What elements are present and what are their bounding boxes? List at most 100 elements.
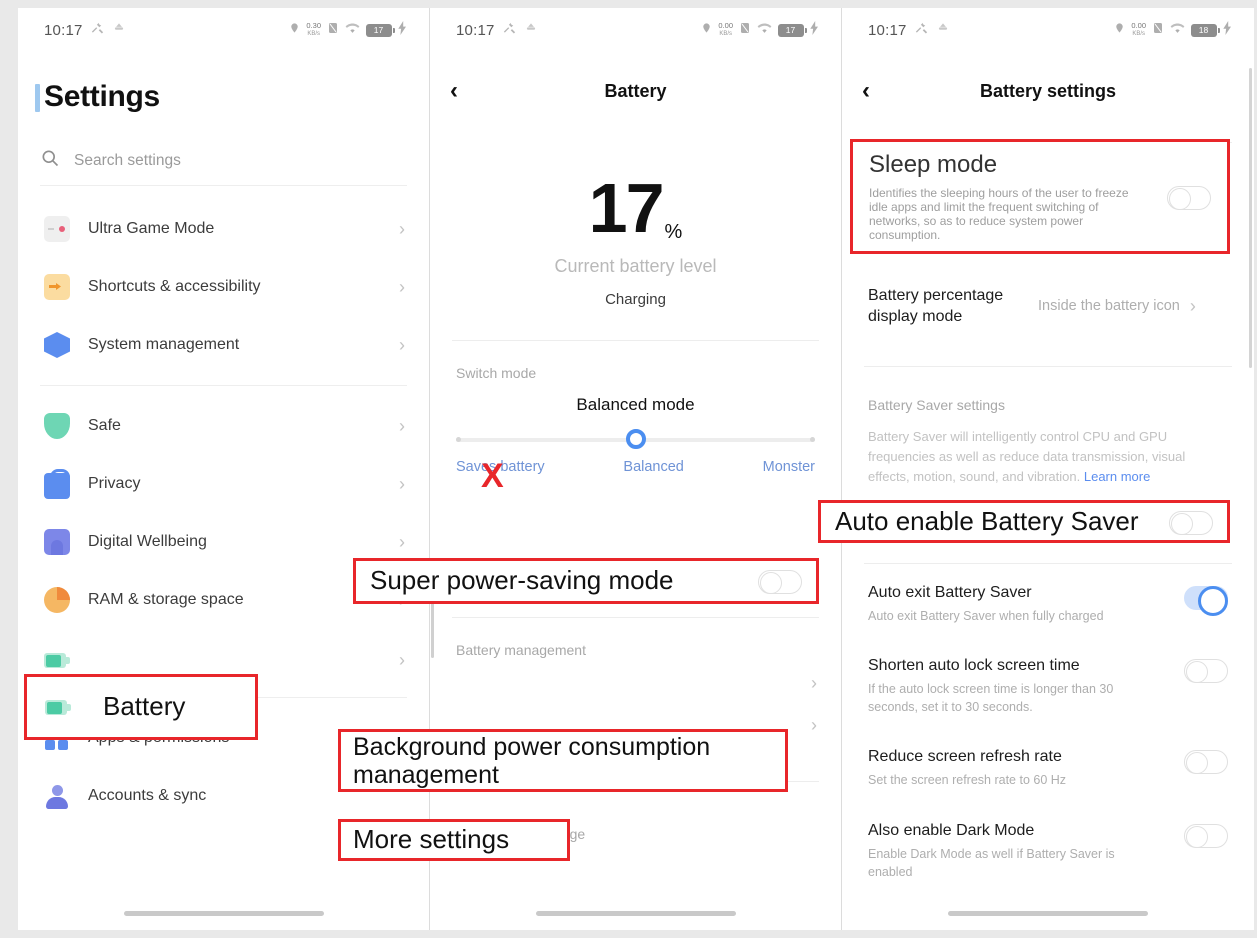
auto-enable-toggle[interactable] bbox=[1169, 510, 1213, 535]
row-label: Reduce screen refresh rate bbox=[868, 748, 1062, 766]
sidebar-item-safe[interactable]: Safe › bbox=[18, 397, 429, 455]
annotation-label: Sleep mode bbox=[869, 151, 998, 178]
status-bar-right: 0.30 KB/s 17 bbox=[289, 21, 407, 39]
battery-level-number: 17 bbox=[588, 169, 665, 247]
learn-more-link[interactable]: Learn more bbox=[1084, 469, 1150, 484]
tools-icon bbox=[502, 21, 517, 40]
home-indicator bbox=[123, 911, 324, 916]
home-indicator bbox=[535, 911, 736, 916]
sidebar-item-system-management[interactable]: System management › bbox=[18, 316, 429, 374]
battery-percentage-display-row[interactable]: Battery percentage display mode Inside t… bbox=[842, 255, 1254, 346]
sleep-mode-desc: Identifies the sleeping hours of the use… bbox=[869, 185, 1129, 242]
no-sim-icon bbox=[1152, 21, 1164, 39]
auto-exit-toggle[interactable] bbox=[1184, 586, 1228, 617]
sidebar-item-label: System management bbox=[88, 336, 240, 353]
annotation-background-power: Background power consumption management bbox=[338, 729, 788, 792]
status-battery-level: 18 bbox=[1191, 23, 1220, 37]
chevron-right-icon: › bbox=[811, 714, 817, 735]
chevron-right-icon: › bbox=[399, 650, 405, 670]
network-speed: 0.00 KB/s bbox=[1131, 21, 1146, 38]
sidebar-item-label: Safe bbox=[88, 417, 121, 434]
location-pin-icon bbox=[701, 21, 712, 39]
also-enable-dark-mode-row[interactable]: Also enable Dark Mode Enable Dark Mode a… bbox=[842, 790, 1254, 881]
row-desc: If the auto lock screen time is longer t… bbox=[868, 682, 1114, 715]
mode-label-monster[interactable]: Monster bbox=[763, 459, 815, 475]
cloud-icon bbox=[936, 21, 950, 39]
annotation-super-power-saving: Super power-saving mode bbox=[353, 558, 819, 604]
no-sim-icon bbox=[739, 21, 751, 39]
scrollbar-thumb[interactable] bbox=[1249, 68, 1252, 368]
status-bar: 10:17 0.00 KB/s bbox=[842, 8, 1254, 52]
pie-icon bbox=[44, 587, 70, 613]
sidebar-item-shortcuts-accessibility[interactable]: Shortcuts & accessibility › bbox=[18, 258, 429, 316]
back-icon[interactable]: ‹ bbox=[450, 77, 490, 105]
status-bar: 10:17 0.30 KB/s 17 bbox=[18, 8, 429, 52]
charging-bolt-icon bbox=[810, 21, 819, 39]
slider-tick-right bbox=[810, 437, 815, 442]
row-label: Shorten auto lock screen time bbox=[868, 657, 1080, 675]
sidebar-item-label: Privacy bbox=[88, 475, 141, 492]
annotation-sleep-mode: Sleep mode Identifies the sleeping hours… bbox=[850, 139, 1230, 254]
nav-title: Battery bbox=[604, 80, 667, 101]
chevron-right-icon: › bbox=[399, 277, 405, 297]
search-input[interactable]: Search settings bbox=[74, 152, 181, 170]
background-power-consumption-row[interactable]: Background power consumption management … bbox=[430, 658, 841, 712]
game-controller-icon bbox=[44, 216, 70, 242]
charging-bolt-icon bbox=[398, 21, 407, 39]
sidebar-item-ultra-game-mode[interactable]: Ultra Game Mode › bbox=[18, 200, 429, 258]
sidebar-item-label: RAM & storage space bbox=[88, 591, 244, 608]
chevron-right-icon: › bbox=[399, 335, 405, 355]
mode-slider[interactable] bbox=[456, 429, 815, 449]
super-power-saving-toggle[interactable] bbox=[758, 570, 802, 594]
annotation-label: Background power consumption management bbox=[353, 732, 711, 789]
cloud-icon bbox=[112, 21, 126, 39]
battery-level-unit: % bbox=[664, 221, 683, 243]
sleep-mode-toggle[interactable] bbox=[1167, 186, 1211, 210]
person-icon bbox=[44, 783, 70, 809]
slider-knob[interactable] bbox=[625, 429, 646, 449]
switch-mode-header: Switch mode bbox=[456, 365, 537, 381]
status-time: 10:17 bbox=[456, 21, 495, 39]
auto-exit-battery-saver-row[interactable]: Auto exit Battery Saver Auto exit Batter… bbox=[842, 564, 1254, 625]
status-bar-left: 10:17 bbox=[868, 21, 950, 40]
network-speed: 0.00 KB/s bbox=[718, 21, 733, 38]
battery-nav-bar: ‹ Battery bbox=[430, 62, 841, 120]
x-mark-annotation: X bbox=[481, 457, 504, 495]
cloud-icon bbox=[524, 21, 538, 39]
wifi-icon bbox=[757, 22, 772, 39]
charging-bolt-icon bbox=[1223, 21, 1232, 39]
back-icon[interactable]: ‹ bbox=[862, 77, 902, 105]
shorten-auto-lock-row[interactable]: Shorten auto lock screen time If the aut… bbox=[842, 625, 1254, 716]
row-label: Also enable Dark Mode bbox=[868, 821, 1035, 839]
tools-icon bbox=[914, 21, 929, 40]
tools-icon bbox=[90, 21, 105, 40]
no-sim-icon bbox=[327, 21, 339, 39]
arrow-right-icon bbox=[44, 274, 70, 300]
search-bar[interactable]: Search settings bbox=[40, 148, 407, 186]
status-bar-left: 10:17 bbox=[44, 21, 126, 40]
hexagon-icon bbox=[44, 332, 70, 358]
current-mode-label: Balanced mode bbox=[576, 395, 695, 414]
row-value: Inside the battery icon bbox=[1038, 298, 1180, 315]
sidebar-item-privacy[interactable]: Privacy › bbox=[18, 455, 429, 513]
reduce-refresh-rate-toggle[interactable] bbox=[1184, 750, 1228, 775]
row-desc: Set the screen refresh rate to 60 Hz bbox=[868, 773, 1067, 788]
mode-label-balanced[interactable]: Balanced bbox=[623, 459, 683, 475]
settings-group-2: Safe › Privacy › Digital Wellbeing › RAM… bbox=[18, 397, 429, 691]
chevron-right-icon: › bbox=[1189, 296, 1196, 317]
charge-state: Charging bbox=[605, 291, 666, 308]
status-time: 10:17 bbox=[44, 21, 83, 39]
chevron-right-icon: › bbox=[399, 532, 405, 552]
divider bbox=[40, 385, 407, 386]
screenshot-root: 10:17 0.30 KB/s 17 Settings Search setti… bbox=[0, 0, 1257, 938]
reduce-refresh-rate-row[interactable]: Reduce screen refresh rate Set the scree… bbox=[842, 716, 1254, 789]
also-enable-dark-mode-toggle[interactable] bbox=[1184, 823, 1228, 848]
status-bar-right: 0.00 KB/s 17 bbox=[701, 21, 819, 39]
network-speed: 0.30 KB/s bbox=[306, 21, 321, 38]
status-battery-level: 17 bbox=[778, 23, 807, 37]
shorten-auto-lock-toggle[interactable] bbox=[1184, 659, 1228, 684]
battery-level-display: 17% bbox=[430, 168, 841, 248]
location-pin-icon bbox=[1114, 21, 1125, 39]
scrollbar-thumb[interactable] bbox=[431, 598, 434, 658]
row-label: Battery percentage display mode bbox=[868, 286, 1004, 326]
